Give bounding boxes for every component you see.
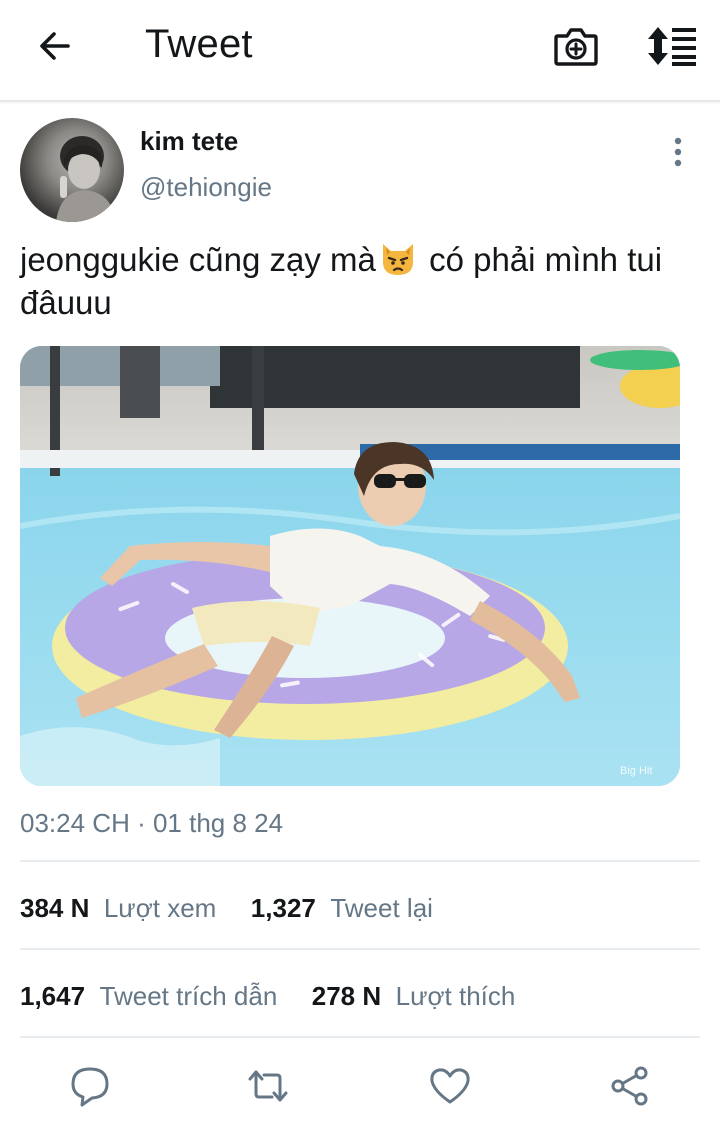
retweets-stat[interactable]: 1,327 Tweet lại [251,893,433,924]
tweet-timestamp: 03:24 CH · 01 thg 8 24 [20,808,284,838]
sort-icon[interactable] [644,24,698,68]
share-icon[interactable] [608,1064,652,1108]
camera-add-icon[interactable] [552,24,600,70]
author-name[interactable]: kim tete [140,126,238,157]
media-watermark: Big Hit [620,765,652,777]
quotes-label: Tweet trích dẫn [99,981,278,1011]
like-heart-icon[interactable] [428,1064,472,1108]
back-arrow-icon[interactable] [34,24,78,68]
stats-row-1: 384 N Lượt xem 1,327 Tweet lại [20,893,433,924]
tweet-text: jeonggukie cũng zạy mà có phải mình tui … [20,238,700,324]
quotes-stat[interactable]: 1,647 Tweet trích dẫn [20,981,277,1012]
avatar[interactable] [20,118,124,222]
likes-count: 278 N [311,981,382,1011]
retweets-count: 1,327 [250,893,316,923]
stats-row-2: 1,647 Tweet trích dẫn 278 N Lượt thích [20,981,515,1012]
likes-stat[interactable]: 278 N Lượt thích [312,981,516,1012]
page-title: Tweet [145,22,253,66]
views-count: 384 N [20,893,90,923]
tweet-photo[interactable]: Big Hit [20,346,680,786]
reply-icon[interactable] [68,1064,112,1108]
divider [20,948,700,950]
pouting-cat-emoji-icon [378,238,418,278]
top-bar: Tweet [0,0,720,102]
quotes-count: 1,647 [20,981,86,1011]
tweet-actions [0,1058,720,1118]
views-stat[interactable]: 384 N Lượt xem [20,893,216,924]
divider [20,860,700,862]
retweet-icon[interactable] [246,1064,290,1108]
tweet-text-part1: jeonggukie cũng zạy mà [20,241,376,278]
more-options-icon[interactable] [664,134,692,170]
views-label: Lượt xem [103,893,217,923]
likes-label: Lượt thích [395,981,516,1011]
author-handle: @tehiongie [140,172,272,202]
divider [20,1036,700,1038]
retweets-label: Tweet lại [330,893,433,923]
